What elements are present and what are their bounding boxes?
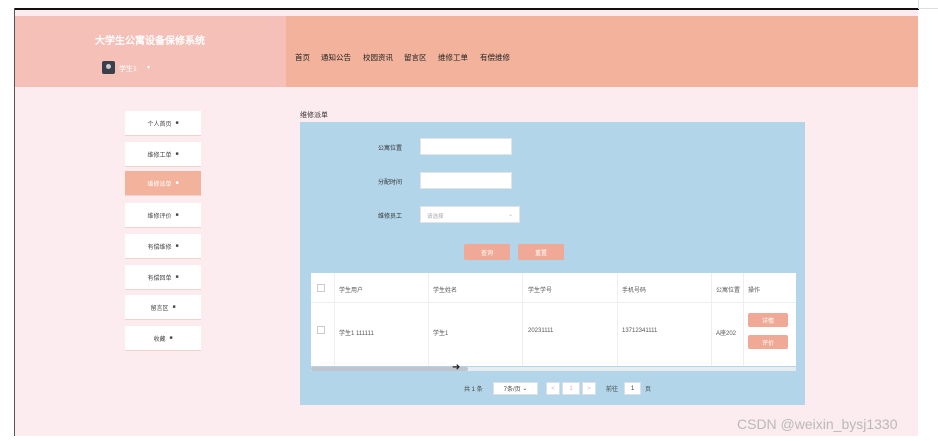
data-table: 学生用户 学生姓名 学生学号 手机号码 公寓位置 操作 学生1 111111 学… — [311, 273, 796, 366]
nav-repair-orders[interactable]: 维修工单 — [438, 52, 468, 63]
column-divider — [711, 273, 712, 366]
evaluate-button[interactable]: 评价 — [748, 335, 788, 349]
goto-suffix: 页 — [645, 387, 652, 393]
query-button[interactable]: 查询 — [464, 244, 510, 260]
sidebar-item-home[interactable]: 个人首页 ■ — [125, 111, 201, 135]
page-size-value: 7条/页 — [503, 387, 521, 393]
sidebar-item-label: 有偿回单 — [147, 275, 172, 282]
apartment-label: 公寓位置 — [377, 146, 402, 152]
nav-message-board[interactable]: 留言区 — [404, 52, 427, 63]
user-avatar[interactable] — [102, 61, 115, 74]
sidebar-item-paid-receipt[interactable]: 有偿回单 ■ — [125, 265, 201, 289]
nav-paid-repair[interactable]: 有偿维修 — [480, 52, 510, 63]
app-frame: 大学生公寓设备保修系统 学生1 ▾ 首页 通知公告 校园资讯 留言区 维修工单 … — [15, 10, 918, 436]
lock-icon: ■ — [175, 212, 179, 218]
goto-page-input[interactable]: 1 — [624, 382, 641, 395]
header-phone: 手机号码 — [622, 288, 647, 294]
page-size-select[interactable]: 7条/页 ⌄ — [493, 382, 538, 395]
table-horizontal-scrollbar[interactable] — [311, 367, 796, 371]
cell-student-name: 学生1 — [433, 331, 449, 337]
reset-button[interactable]: 重置 — [518, 244, 564, 260]
sidebar-item-dispatch[interactable]: 维修派单 ■ — [125, 171, 201, 195]
top-nav: 首页 通知公告 校园资讯 留言区 维修工单 有偿维修 — [286, 16, 918, 87]
sidebar-item-label: 收藏 — [153, 336, 166, 343]
column-divider — [617, 273, 618, 366]
sidebar-item-repair-orders[interactable]: 维修工单 ■ — [125, 142, 201, 166]
cell-apartment: A座202 — [716, 331, 737, 337]
watermark: CSDN @weixin_bysj1330 — [737, 416, 898, 432]
column-divider — [743, 273, 744, 366]
chevron-down-icon: ⌄ — [507, 212, 513, 218]
time-label: 分配时间 — [377, 180, 402, 186]
pagination-total: 共 1 条 — [464, 387, 483, 393]
cell-student-no: 20231111 — [528, 328, 554, 334]
sidebar-item-evaluation[interactable]: 维修评价 ■ — [125, 203, 201, 227]
sidebar-item-paid-repair[interactable]: 有偿维修 ■ — [125, 234, 201, 258]
header-student-user: 学生用户 — [339, 288, 364, 294]
lock-icon: ■ — [175, 180, 179, 186]
goto-label: 前往 — [606, 387, 619, 393]
chevron-down-icon: ⌄ — [522, 386, 528, 392]
sidebar-item-favorites[interactable]: 收藏 ■ — [125, 326, 201, 350]
page-title: 维修派单 — [300, 112, 328, 119]
app-title: 大学生公寓设备保修系统 — [95, 36, 205, 47]
nav-campus-news[interactable]: 校园资讯 — [363, 52, 393, 63]
header-student-name: 学生姓名 — [433, 288, 458, 294]
header-actions: 操作 — [748, 288, 761, 294]
lock-icon: ■ — [175, 151, 179, 157]
detail-button[interactable]: 详情 — [748, 313, 788, 327]
prev-page-button[interactable]: < — [546, 382, 560, 395]
sidebar-item-label: 留言区 — [150, 305, 169, 312]
lock-icon: ■ — [175, 120, 179, 126]
lock-icon: ■ — [169, 335, 173, 341]
sidebar-item-label: 维修工单 — [147, 152, 172, 159]
sidebar-item-label: 个人首页 — [147, 121, 172, 128]
lock-icon: ■ — [175, 243, 179, 249]
nav-home[interactable]: 首页 — [295, 52, 310, 63]
nav-notices[interactable]: 通知公告 — [321, 52, 351, 63]
window-corner — [918, 0, 938, 9]
current-page[interactable]: 1 — [562, 382, 580, 395]
user-name[interactable]: 学生1 — [119, 64, 137, 74]
time-input[interactable] — [420, 172, 512, 189]
lock-icon: ■ — [172, 304, 176, 310]
brand-header: 大学生公寓设备保修系统 学生1 ▾ — [15, 16, 286, 87]
cell-phone: 13712341111 — [622, 328, 658, 334]
column-divider — [428, 273, 429, 366]
cell-student-user: 学生1 111111 — [339, 331, 374, 337]
column-divider — [334, 273, 335, 366]
select-all-checkbox[interactable] — [317, 284, 325, 292]
next-page-button[interactable]: > — [582, 382, 596, 395]
row-checkbox[interactable] — [317, 326, 325, 334]
header-divider — [311, 302, 796, 303]
sidebar-item-label: 维修派单 — [147, 181, 172, 188]
scrollbar-thumb[interactable] — [311, 367, 468, 371]
main-panel: 公寓位置 分配时间 维修员工 请选择 ⌄ 查询 重置 学生用户 学生姓名 学生学… — [300, 122, 805, 405]
staff-label: 维修员工 — [377, 214, 402, 220]
staff-select[interactable]: 请选择 ⌄ — [420, 206, 520, 223]
chevron-down-icon[interactable]: ▾ — [147, 64, 150, 71]
column-divider — [522, 273, 523, 366]
header-student-no: 学生学号 — [528, 288, 553, 294]
sidebar-item-message-board[interactable]: 留言区 ■ — [125, 295, 201, 319]
sidebar-item-label: 维修评价 — [147, 213, 172, 220]
header-apartment: 公寓位置 — [716, 288, 741, 294]
mouse-cursor-icon: ➜ — [452, 362, 461, 373]
staff-select-placeholder: 请选择 — [427, 214, 444, 220]
sidebar-item-label: 有偿维修 — [147, 244, 172, 251]
apartment-input[interactable] — [420, 138, 512, 155]
lock-icon: ■ — [175, 274, 179, 280]
